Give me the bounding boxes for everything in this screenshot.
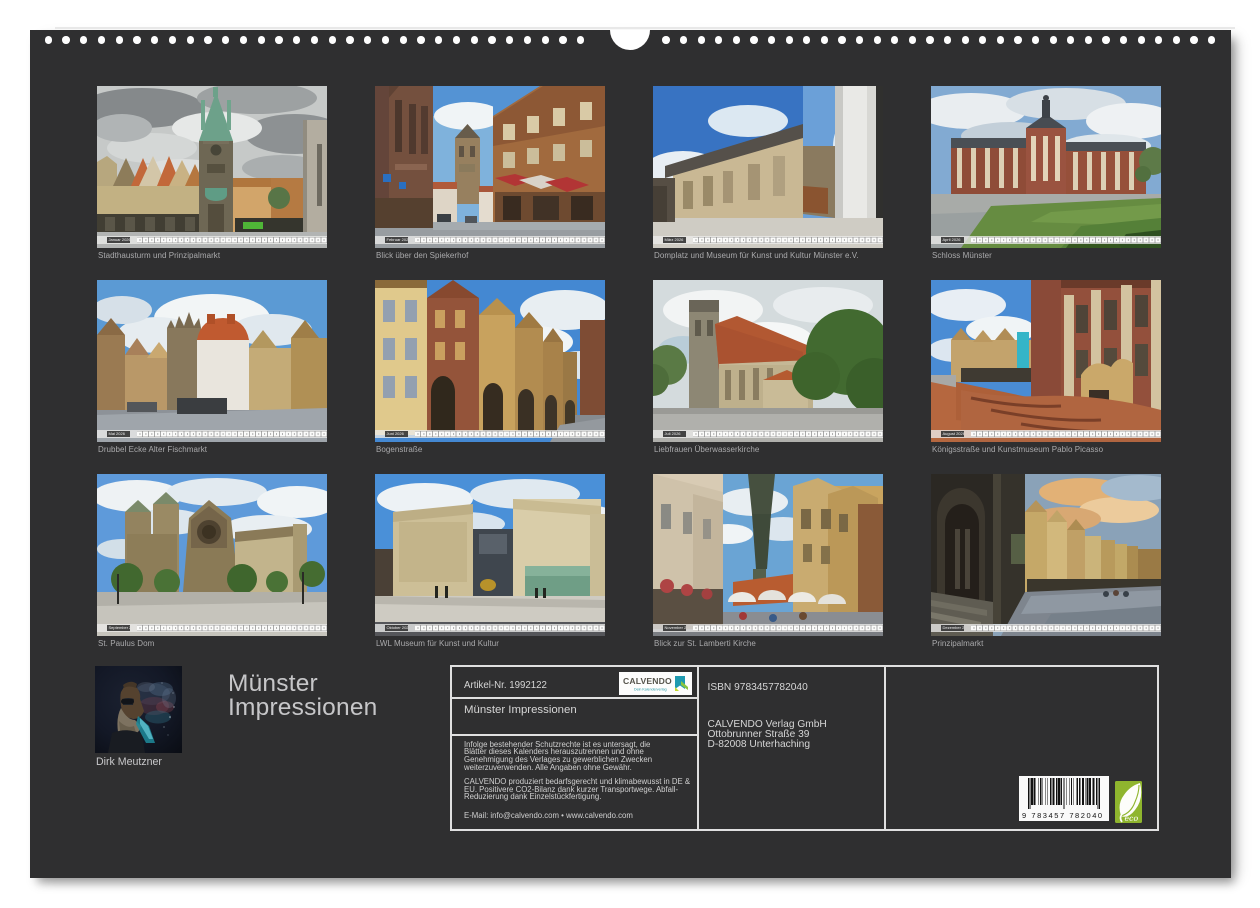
svg-text:eco: eco [1125, 814, 1139, 823]
svg-text:CALVENDO: CALVENDO [623, 676, 672, 686]
svg-text:Dein Kalenderverlag: Dein Kalenderverlag [634, 687, 667, 691]
